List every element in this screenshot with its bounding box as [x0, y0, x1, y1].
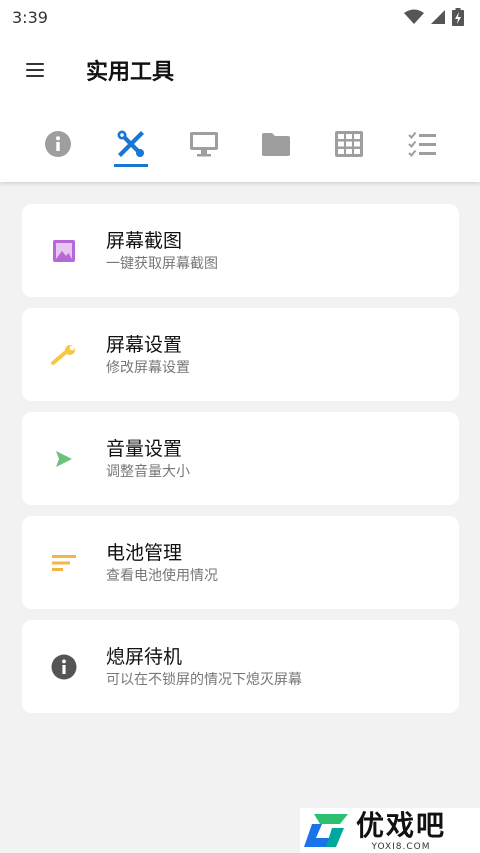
item-title: 电池管理	[106, 541, 183, 564]
wrench-icon	[51, 344, 75, 365]
item-title: 屏幕设置	[106, 333, 183, 356]
play-icon	[56, 450, 72, 467]
list-item-screenshot[interactable]: 屏幕截图 一键获取屏幕截图	[22, 204, 459, 297]
tab-folder[interactable]	[247, 115, 305, 173]
grid-icon	[334, 131, 363, 157]
tab-checklist[interactable]	[393, 115, 451, 173]
monitor-icon	[189, 132, 218, 157]
info-icon	[45, 131, 72, 157]
item-subtitle: 调整音量大小	[106, 463, 190, 480]
status-icons	[404, 8, 464, 26]
item-subtitle: 可以在不锁屏的情况下熄灭屏幕	[106, 671, 302, 688]
item-title: 音量设置	[106, 437, 183, 460]
list-item-screen-off[interactable]: 熄屏待机 可以在不锁屏的情况下熄灭屏幕	[22, 620, 459, 713]
status-bar: 3:39	[0, 0, 480, 34]
menu-button[interactable]	[26, 42, 82, 98]
checklist-icon	[407, 131, 436, 157]
page-title: 实用工具	[86, 60, 175, 85]
hamburger-icon	[26, 59, 44, 81]
status-time: 3:39	[12, 7, 48, 27]
item-subtitle: 修改屏幕设置	[106, 359, 190, 376]
list-item-screen-settings[interactable]: 屏幕设置 修改屏幕设置	[22, 308, 459, 401]
image-icon	[53, 239, 75, 262]
item-subtitle: 一键获取屏幕截图	[106, 255, 218, 272]
folder-icon	[262, 133, 291, 156]
item-subtitle: 查看电池使用情况	[106, 567, 218, 584]
watermark-logo-icon	[304, 814, 348, 847]
tab-monitor[interactable]	[175, 115, 233, 173]
tab-bar	[0, 106, 480, 182]
item-title: 熄屏待机	[106, 645, 183, 668]
list-item-battery[interactable]: 电池管理 查看电池使用情况	[22, 516, 459, 609]
battery-charging-icon	[452, 8, 464, 26]
wifi-icon	[404, 9, 424, 24]
lines-icon	[52, 554, 76, 571]
tab-grid[interactable]	[320, 115, 378, 173]
tab-info[interactable]	[29, 115, 87, 173]
watermark: 优戏吧 YOXI8.COM	[300, 808, 480, 853]
item-title: 屏幕截图	[106, 229, 183, 252]
app-bar: 实用工具	[0, 34, 480, 106]
info-circle-icon	[51, 654, 77, 679]
tab-tools[interactable]	[102, 115, 160, 173]
tool-list: 屏幕截图 一键获取屏幕截图 屏幕设置 修改屏幕设置 音量设置 调整音量大小 电池…	[22, 204, 459, 724]
watermark-url: YOXI8.COM	[371, 841, 431, 852]
signal-icon	[431, 10, 445, 24]
watermark-text: 优戏吧	[356, 808, 447, 842]
tools-icon	[117, 130, 144, 157]
list-item-volume-settings[interactable]: 音量设置 调整音量大小	[22, 412, 459, 505]
